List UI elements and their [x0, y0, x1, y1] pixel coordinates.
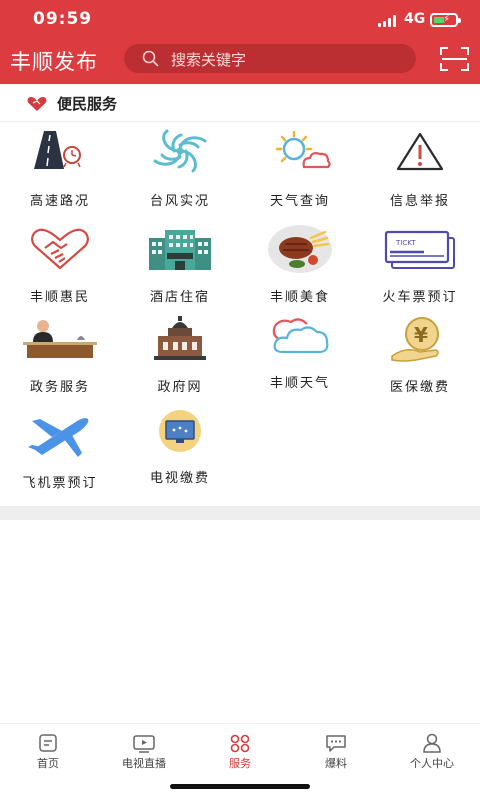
section-header: 便民服务 [0, 84, 480, 122]
service-label: 信息举报 [389, 194, 450, 209]
tab-label: 服务 [229, 757, 251, 770]
medical-insurance-icon: ¥ [391, 317, 439, 362]
tab-label: 爆料 [325, 757, 347, 770]
train-ticket-icon: TICKT [384, 230, 455, 269]
network-label: 4G [404, 11, 426, 27]
convenience-services-section: 便民服务 高速路况 台风实况 天气查询 信息举报 丰顺惠民 酒店住宿 丰顺美食 … [0, 84, 480, 506]
service-flight-ticket[interactable]: 飞机票预订 [0, 409, 120, 499]
service-label: 丰顺惠民 [29, 290, 90, 305]
service-weather-query[interactable]: 天气查询 [240, 129, 360, 219]
tab-label: 个人中心 [410, 757, 454, 770]
service-train-ticket[interactable]: TICKT 火车票预订 [360, 224, 480, 314]
service-icon [230, 734, 250, 753]
status-time: 09:59 [33, 9, 93, 29]
weather-sun-icon [275, 131, 331, 169]
home-icon [39, 734, 57, 752]
search-placeholder: 搜索关键字 [171, 51, 247, 69]
battery-icon: ⚡ [430, 13, 461, 27]
government-building-icon [154, 316, 206, 360]
services-page: 09:59 4G ⚡ 丰顺发布 搜索关键字 便民服务 高速路况 台风实况 天气查… [0, 0, 480, 799]
chat-icon [326, 735, 346, 752]
search-input[interactable]: 搜索关键字 [124, 44, 416, 73]
service-food[interactable]: 丰顺美食 [240, 224, 360, 314]
tab-personal-center[interactable]: 个人中心 [384, 724, 480, 799]
service-label: 政务服务 [29, 380, 90, 395]
service-gov-website[interactable]: 政府网 [120, 314, 240, 404]
handshake-icon [31, 228, 89, 270]
tab-home[interactable]: 首页 [0, 724, 96, 799]
heart-icon [27, 97, 47, 111]
currency-symbol: ¥ [414, 323, 428, 347]
service-typhoon[interactable]: 台风实况 [120, 129, 240, 219]
service-label: 飞机票预订 [22, 476, 98, 491]
service-label: 酒店住宿 [149, 290, 210, 305]
government-service-icon [23, 320, 97, 358]
user-icon [423, 733, 441, 753]
app-title: 丰顺发布 [10, 50, 98, 74]
service-label: 火车票预订 [382, 290, 458, 305]
service-tv-payment[interactable]: 电视缴费 [120, 409, 240, 499]
service-label: 丰顺天气 [269, 376, 330, 391]
tab-label: 首页 [37, 757, 59, 770]
service-label: 天气查询 [269, 194, 330, 209]
tab-label: 电视直播 [122, 757, 166, 770]
section-divider [0, 506, 480, 520]
search-icon [142, 50, 159, 67]
app-header: 09:59 4G ⚡ 丰顺发布 搜索关键字 [0, 0, 480, 84]
highway-icon [34, 131, 81, 169]
home-indicator[interactable] [170, 784, 310, 789]
tv-live-icon [133, 735, 155, 753]
warning-icon [396, 132, 444, 171]
service-label: 高速路况 [29, 194, 90, 209]
service-label: 医保缴费 [389, 380, 450, 395]
service-benefit[interactable]: 丰顺惠民 [0, 224, 120, 314]
service-label: 丰顺美食 [269, 290, 330, 305]
steak-icon [268, 225, 332, 273]
airplane-icon [28, 418, 89, 457]
hotel-icon [149, 230, 211, 270]
tv-payment-icon [159, 410, 201, 452]
service-report[interactable]: 信息举报 [360, 129, 480, 219]
service-medical-insurance[interactable]: ¥ 医保缴费 [360, 314, 480, 404]
ticket-text: TICKT [395, 239, 416, 247]
service-label: 政府网 [157, 380, 203, 395]
status-bar: 09:59 4G ⚡ [0, 0, 480, 40]
typhoon-icon [153, 129, 207, 173]
scan-icon[interactable] [440, 47, 469, 71]
service-label: 台风实况 [149, 194, 210, 209]
service-highway[interactable]: 高速路况 [0, 129, 120, 219]
service-hotel[interactable]: 酒店住宿 [120, 224, 240, 314]
section-title: 便民服务 [57, 95, 118, 113]
signal-icon [378, 15, 400, 27]
service-label: 电视缴费 [149, 471, 210, 486]
service-gov-affairs[interactable]: 政务服务 [0, 314, 120, 404]
cloud-icon [272, 318, 329, 354]
service-fengshun-weather[interactable]: 丰顺天气 [240, 314, 360, 404]
